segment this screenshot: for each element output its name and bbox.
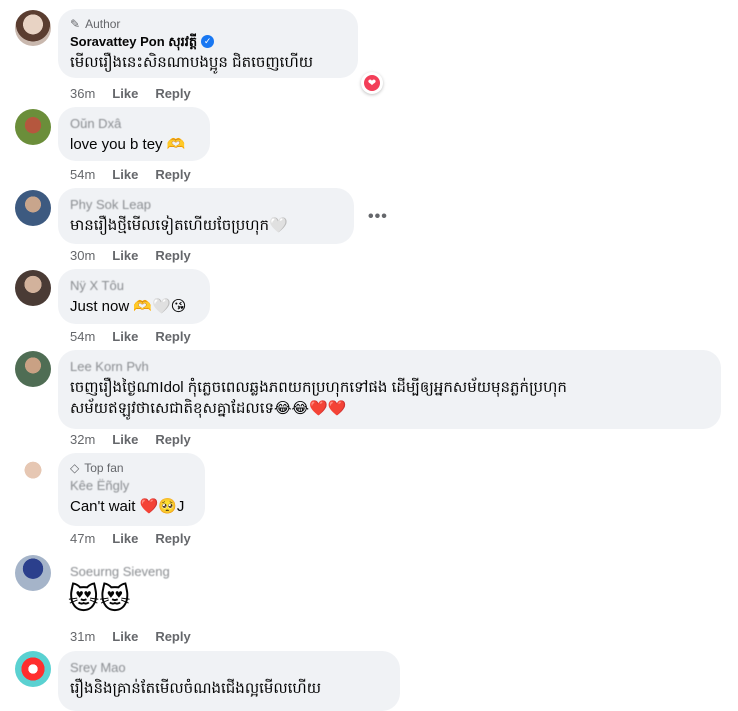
like-button[interactable]: Like <box>112 329 138 345</box>
comment-text: Can't wait ❤️🥺J <box>70 498 185 515</box>
commenter-name[interactable]: Soeurng Sieveng <box>70 563 170 580</box>
avatar[interactable] <box>15 270 51 306</box>
comment-actions: 54m Like Reply <box>70 329 191 345</box>
comment-text-line-1: ចេញរឿងថ្ងៃណាIdol កុំភ្លេចពេលឆ្លងភពយកប្រហ… <box>70 379 567 396</box>
avatar[interactable] <box>15 651 51 687</box>
comment-text: Just now 🫶🤍😘 <box>70 298 187 315</box>
diamond-icon: ◇ <box>70 461 80 475</box>
like-button[interactable]: Like <box>112 86 138 102</box>
avatar[interactable] <box>15 190 51 226</box>
like-button[interactable]: Like <box>112 432 138 448</box>
commenter-name[interactable]: Srey Mao <box>70 659 388 676</box>
timestamp[interactable]: 47m <box>70 531 95 547</box>
commenter-name[interactable]: Nÿ X Tôu <box>70 277 198 294</box>
comment-text: មានរឿងថ្មីមើលទៀតហើយចែប្រហុក🤍 <box>70 217 288 234</box>
pencil-icon: ✎ <box>70 17 81 31</box>
comment-text: love you b tey 🫶 <box>70 136 186 153</box>
comment-actions: 32m Like Reply <box>70 432 191 448</box>
comment-bubble: Lee Korn Pvh ចេញរឿងថ្ងៃណាIdol កុំភ្លេចពេ… <box>58 350 721 429</box>
reply-button[interactable]: Reply <box>155 629 190 645</box>
comment-actions: 47m Like Reply <box>70 531 191 547</box>
comment-bubble: Phy Sok Leap មានរឿងថ្មីមើលទៀតហើយចែប្រហុក… <box>58 188 354 244</box>
comment-bubble: ✎ Author Soravattey Pon សុរវត្តី ✓ មើលរឿ… <box>58 9 358 78</box>
avatar[interactable] <box>15 555 51 591</box>
timestamp[interactable]: 31m <box>70 629 95 645</box>
avatar[interactable] <box>15 455 51 491</box>
reply-button[interactable]: Reply <box>155 531 190 547</box>
comment-bubble: Srey Mao រឿងនិងគ្រាន់តែមើលចំណងជើងល្អមើលហ… <box>58 651 400 711</box>
commenter-name[interactable]: Kêe Ëñgly <box>70 477 193 494</box>
comment-text: រឿងនិងគ្រាន់តែមើលចំណងជើងល្អមើលហើយ <box>70 680 322 697</box>
comment-actions: 31m Like Reply <box>70 629 191 645</box>
like-button[interactable]: Like <box>112 167 138 183</box>
comment-actions: 30m Like Reply <box>70 248 191 264</box>
timestamp[interactable]: 54m <box>70 167 95 183</box>
timestamp[interactable]: 36m <box>70 86 95 102</box>
more-options-icon[interactable]: ••• <box>368 208 388 226</box>
reply-button[interactable]: Reply <box>155 432 190 448</box>
comment-bubble: Nÿ X Tôu Just now 🫶🤍😘 <box>58 269 210 324</box>
comment-bubble: Oŭn Dxâ love you b tey 🫶 <box>58 107 210 161</box>
comment-text: មើលរឿងនេះសិនណាបងប្អូន ជិតចេញហើយ <box>70 54 314 71</box>
timestamp[interactable]: 54m <box>70 329 95 345</box>
like-button[interactable]: Like <box>112 531 138 547</box>
comment-emoji: 😻😻 <box>68 582 131 617</box>
comment-bubble: ◇ Top fan Kêe Ëñgly Can't wait ❤️🥺J <box>58 453 205 526</box>
author-badge: ✎ Author <box>70 17 121 31</box>
commenter-name[interactable]: Lee Korn Pvh <box>70 358 709 375</box>
avatar[interactable] <box>15 10 51 46</box>
comment-actions: 54m Like Reply <box>70 167 191 183</box>
top-fan-badge: ◇ Top fan <box>70 461 124 475</box>
comment-text-line-2: សម័យឥឡូវថាសេជាតិខុសគ្នាដែលទេ😂😂❤️❤️ <box>70 400 347 417</box>
avatar[interactable] <box>15 109 51 145</box>
timestamp[interactable]: 30m <box>70 248 95 264</box>
heart-reaction-icon[interactable]: ❤ <box>361 72 383 94</box>
verified-badge-icon: ✓ <box>201 35 215 48</box>
reply-button[interactable]: Reply <box>155 167 190 183</box>
comment-actions: 36m Like Reply <box>70 86 191 102</box>
commenter-name[interactable]: Oŭn Dxâ <box>70 115 198 132</box>
commenter-name[interactable]: Soravattey Pon សុរវត្តី ✓ <box>70 33 346 50</box>
like-button[interactable]: Like <box>112 248 138 264</box>
commenter-name[interactable]: Phy Sok Leap <box>70 196 342 213</box>
reply-button[interactable]: Reply <box>155 248 190 264</box>
like-button[interactable]: Like <box>112 629 138 645</box>
timestamp[interactable]: 32m <box>70 432 95 448</box>
reply-button[interactable]: Reply <box>155 86 190 102</box>
reply-button[interactable]: Reply <box>155 329 190 345</box>
avatar[interactable] <box>15 351 51 387</box>
